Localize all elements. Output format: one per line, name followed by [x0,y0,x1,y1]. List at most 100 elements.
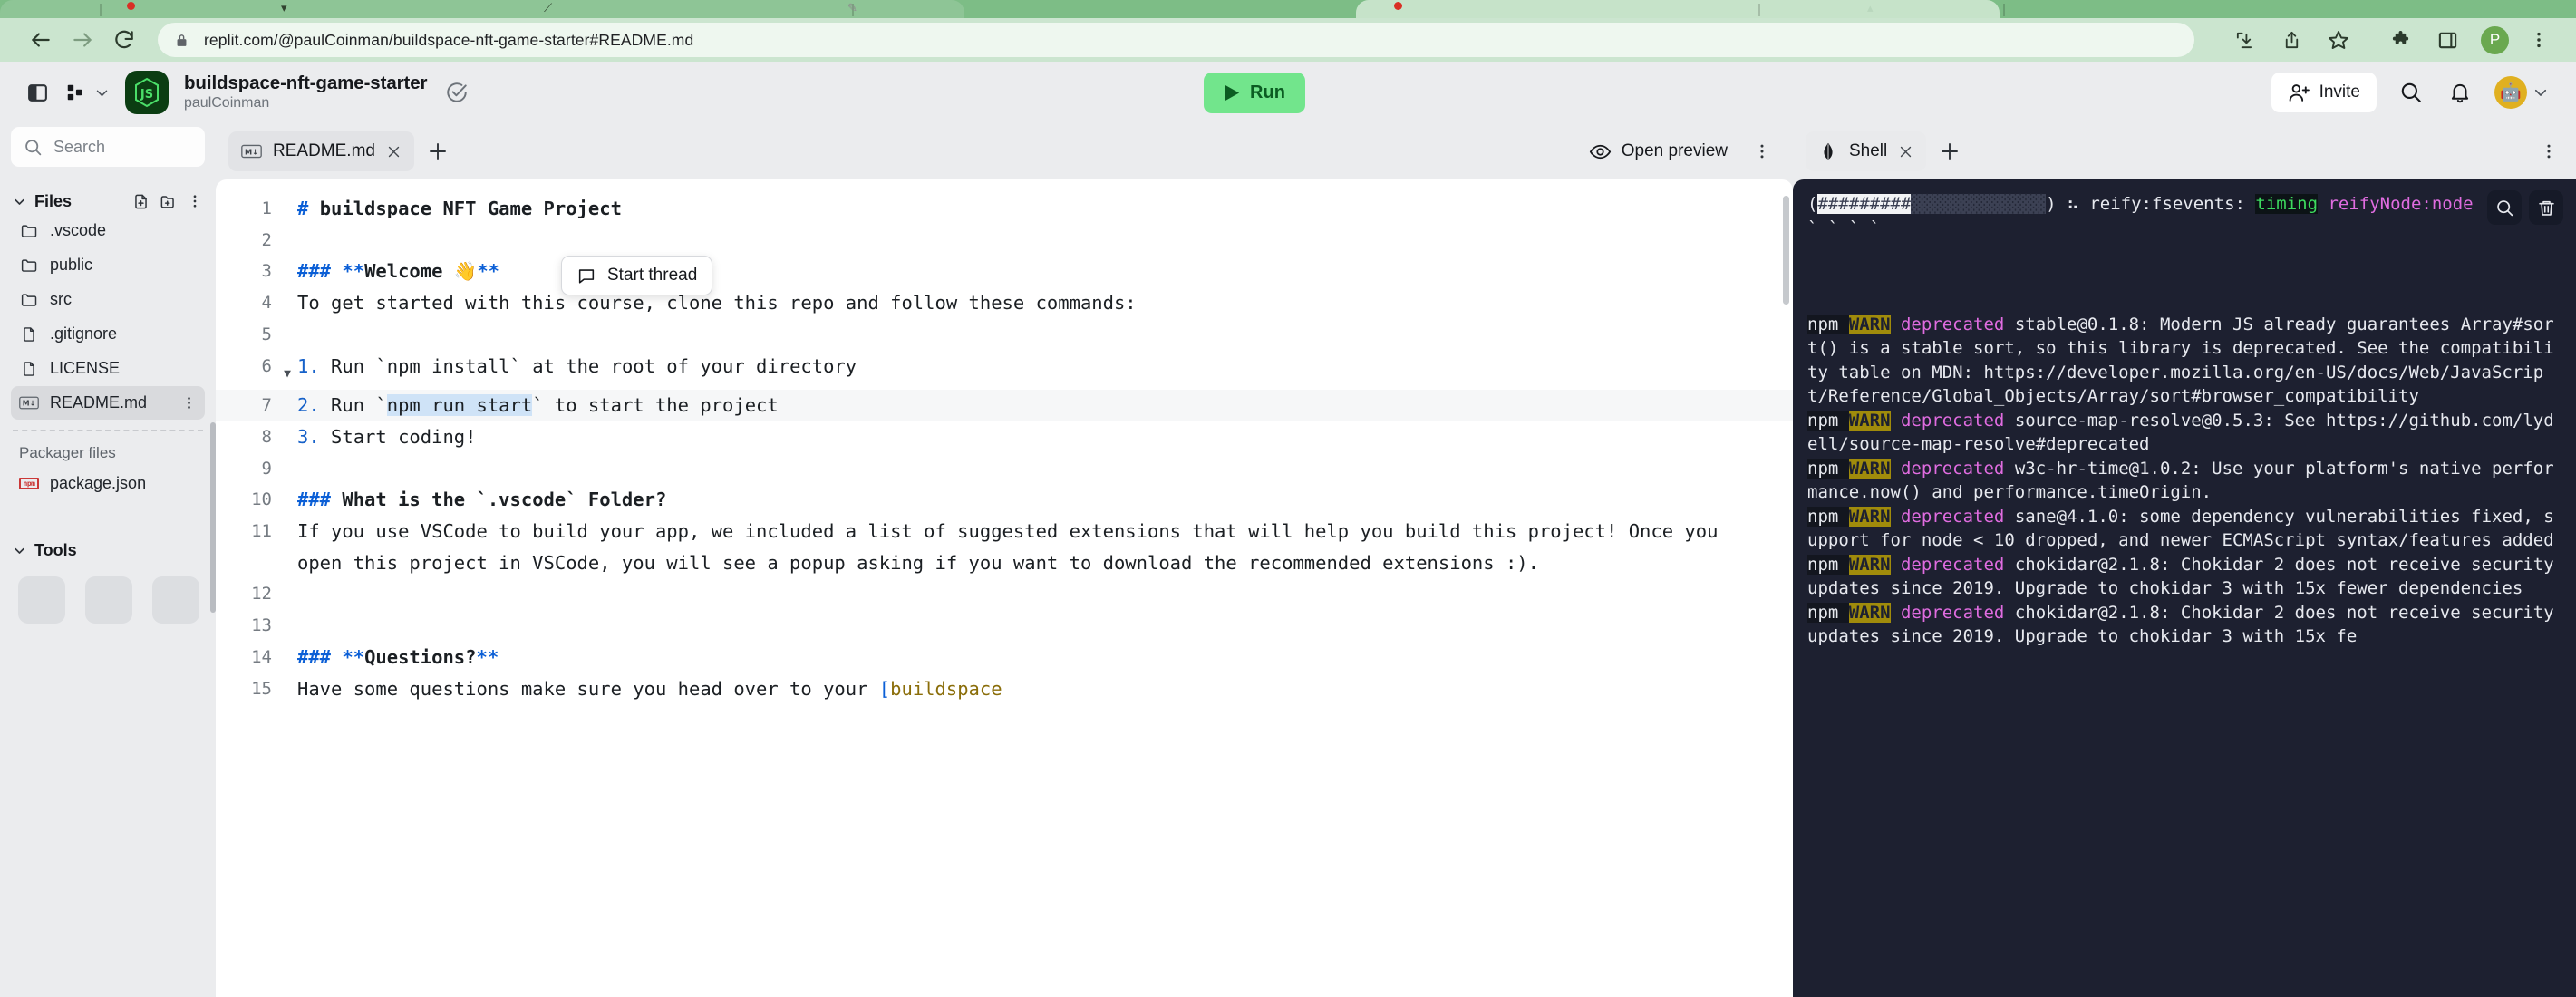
code-line-text: ### What is the `.vscode` Folder? [297,489,667,511]
code-line[interactable]: 13 [216,610,1793,642]
browser-tab-strip[interactable]: ▾ ⟋ ✎ ▴ [0,0,2576,18]
code-line[interactable]: 3 ### **Welcome 👋** [216,256,1793,287]
editor-tabbar: M↓ README.md Open preview [216,123,1793,179]
tools-section-header[interactable]: Tools [11,538,205,562]
header-right-actions: Invite 🤖 [2271,73,2554,112]
file-row-readme-md[interactable]: M↓ README.md [11,386,205,420]
tool-tile[interactable] [85,576,132,624]
code-line[interactable]: 1 # buildspace NFT Game Project [216,193,1793,225]
code-line[interactable]: 6 ▼ 1. Run `npm install` at the root of yo… [216,351,1793,391]
browser-tab-active[interactable] [1356,0,2000,18]
new-folder-icon[interactable] [158,191,178,211]
invite-button[interactable]: Invite [2271,73,2377,112]
file-row--vscode[interactable]: .vscode [11,214,205,247]
close-icon[interactable] [1898,144,1913,160]
tool-tile[interactable] [18,576,65,624]
code-line[interactable]: 8 3. Start coding! [216,421,1793,453]
notifications-bell-icon[interactable] [2442,74,2478,111]
tool-tile[interactable] [152,576,199,624]
terminal-output[interactable]: (#########░░░░░░░░░░░░░) ⠦ reify:fsevent… [1793,179,2576,997]
bookmark-star-icon[interactable] [2321,23,2356,57]
line-number: 8 [261,426,272,447]
search-input[interactable]: Search [11,127,205,167]
open-preview-button[interactable]: Open preview [1580,133,1737,169]
packager-file-list: npm package.json [11,466,205,500]
svg-text:M↓: M↓ [23,400,35,408]
code-line[interactable]: 15 Have some questions make sure you head… [216,673,1793,705]
close-icon[interactable] [386,144,402,160]
new-file-icon[interactable] [131,191,150,211]
console-more-icon[interactable] [2540,142,2563,160]
code-line[interactable]: 11 If you use VSCode to build your app, w… [216,516,1793,578]
chevron-down-icon [13,544,26,557]
editor-more-icon[interactable] [1744,133,1780,169]
new-tab-icon[interactable] [420,133,456,169]
saved-check-icon[interactable] [445,81,469,104]
file-row-src[interactable]: src [11,283,205,316]
code-line[interactable]: 9 [216,453,1793,485]
file-tree: .vscode public src .gitignore LICENSE M↓ READM… [11,213,205,420]
project-meta[interactable]: buildspace-nft-game-starter paulCoinman [184,73,428,111]
code-line[interactable]: 12 [216,578,1793,610]
files-section-header[interactable]: Files [11,189,205,213]
install-icon[interactable] [2227,23,2261,57]
chevron-down-icon[interactable] [2527,77,2554,108]
replit-app: JS buildspace-nft-game-starter paulCoinm… [0,62,2576,997]
code-line[interactable]: 4 To get started with this course, clone … [216,287,1793,319]
file-more-icon[interactable] [181,395,197,411]
browser-menu-icon[interactable] [2522,23,2556,57]
code-editor[interactable]: 1 # buildspace NFT Game Project 2 3 ### **W… [216,179,1793,997]
new-shell-tab-icon[interactable] [1932,133,1968,169]
code-line[interactable]: 2 [216,225,1793,257]
reload-button[interactable] [103,19,145,61]
user-avatar[interactable]: 🤖 [2494,76,2527,109]
sidebar-divider [13,430,203,431]
back-button[interactable] [20,19,62,61]
code-line[interactable]: 14 ### **Questions?** [216,642,1793,673]
line-number: 12 [251,584,272,605]
line-number: 4 [261,293,272,314]
forward-button[interactable] [62,19,103,61]
file-row-license[interactable]: LICENSE [11,352,205,385]
open-preview-label: Open preview [1621,141,1728,160]
code-line[interactable]: 5 [216,319,1793,351]
browser-profile-avatar[interactable]: P [2481,25,2509,54]
code-line[interactable]: 10 ### What is the `.vscode` Folder? [216,484,1793,516]
line-number: 2 [261,229,272,250]
browser-tab[interactable] [0,0,964,18]
chevron-down-icon[interactable] [91,77,112,108]
editor-scrollbar[interactable] [1783,196,1789,305]
file-row--gitignore[interactable]: .gitignore [11,317,205,351]
code-line-text [297,610,1793,642]
toggle-sidebar-icon[interactable] [22,77,53,108]
fold-arrow-icon[interactable]: ▼ [277,351,297,391]
extensions-puzzle-icon[interactable] [2383,23,2417,57]
tab-readme[interactable]: M↓ README.md [228,131,414,171]
apps-grid-icon[interactable] [60,77,91,108]
tab-shell[interactable]: Shell [1806,131,1927,171]
file-icon [19,360,39,378]
markdown-icon: M↓ [241,144,262,159]
start-thread-popover[interactable]: Start thread [561,256,713,295]
search-icon[interactable] [2393,74,2429,111]
file-row-public[interactable]: public [11,248,205,282]
project-title: buildspace-nft-game-starter [184,73,428,94]
packager-file-row[interactable]: npm package.json [11,467,205,500]
trash-icon[interactable] [2529,190,2563,225]
line-number: 3 [261,261,272,282]
code-line[interactable]: 7 2. Run `npm run start` to start the pro… [216,390,1793,421]
search-icon[interactable] [2487,190,2522,225]
tab-favicon [127,2,135,10]
side-panel-icon[interactable] [2430,23,2465,57]
address-bar[interactable]: replit.com/@paulCoinman/buildspace-nft-g… [158,23,2194,57]
share-icon[interactable] [2274,23,2309,57]
browser-toolbar: replit.com/@paulCoinman/buildspace-nft-g… [0,18,2576,62]
files-more-icon[interactable] [185,191,205,211]
run-button[interactable]: Run [1204,73,1305,113]
person-add-icon [2288,82,2310,104]
